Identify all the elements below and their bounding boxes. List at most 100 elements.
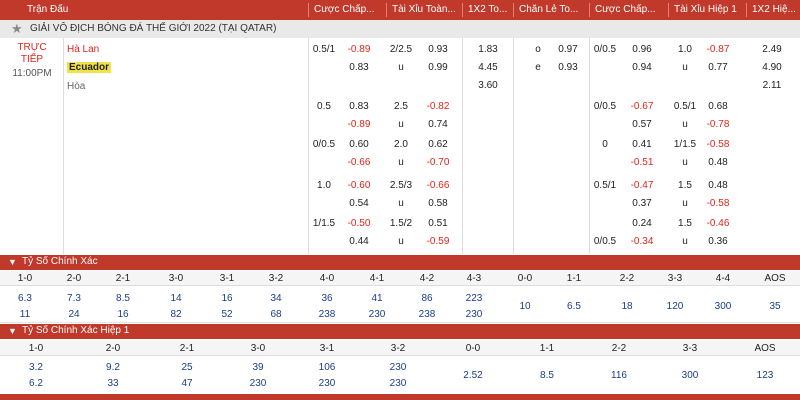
- odds-value[interactable]: -0.60: [339, 180, 379, 191]
- score-odds[interactable]: 33: [88, 378, 138, 389]
- odds-value[interactable]: -0.66: [339, 157, 379, 168]
- score-odds[interactable]: 86: [407, 293, 447, 304]
- odds-value[interactable]: 0.74: [418, 119, 458, 130]
- score-odds[interactable]: 116: [594, 370, 644, 381]
- next-section-bar[interactable]: [0, 394, 800, 400]
- odds-value[interactable]: -0.66: [418, 180, 458, 191]
- score-odds[interactable]: 8.5: [103, 293, 143, 304]
- score-odds[interactable]: 18: [607, 301, 647, 312]
- odds-value[interactable]: 0.60: [339, 139, 379, 150]
- score-odds[interactable]: 223: [454, 293, 494, 304]
- odds-value[interactable]: -0.34: [622, 236, 662, 247]
- odds-value[interactable]: 0.48: [698, 180, 738, 191]
- odds-value[interactable]: -0.51: [622, 157, 662, 168]
- odds-value[interactable]: 0.44: [339, 236, 379, 247]
- odds-value[interactable]: 2.11: [752, 80, 792, 91]
- odds-value[interactable]: 2.49: [752, 44, 792, 55]
- score-odds[interactable]: 8.5: [522, 370, 572, 381]
- odds-value[interactable]: -0.89: [339, 44, 379, 55]
- score-odds[interactable]: 25: [162, 362, 212, 373]
- score-odds[interactable]: 230: [302, 378, 352, 389]
- score-odds[interactable]: 300: [665, 370, 715, 381]
- home-team[interactable]: Hà Lan: [67, 44, 99, 55]
- odds-value[interactable]: 4.45: [468, 62, 508, 73]
- score-odds[interactable]: 6.2: [11, 378, 61, 389]
- odds-value[interactable]: -0.67: [622, 101, 662, 112]
- score-odds[interactable]: 24: [54, 309, 94, 320]
- score-odds[interactable]: 106: [302, 362, 352, 373]
- score-odds[interactable]: 36: [307, 293, 347, 304]
- score-odds[interactable]: 11: [5, 309, 45, 320]
- odds-value[interactable]: -0.82: [418, 101, 458, 112]
- odds-value[interactable]: -0.59: [418, 236, 458, 247]
- score-odds[interactable]: 68: [256, 309, 296, 320]
- col-1x2[interactable]: 1X2 To...: [468, 4, 513, 15]
- odds-value[interactable]: -0.50: [339, 218, 379, 229]
- score-odds[interactable]: 52: [207, 309, 247, 320]
- odds-value[interactable]: -0.87: [698, 44, 738, 55]
- score-odds[interactable]: 230: [233, 378, 283, 389]
- odds-value[interactable]: -0.46: [698, 218, 738, 229]
- score-odds[interactable]: 14: [156, 293, 196, 304]
- col-h1-handicap[interactable]: Cược Chấp...: [595, 4, 667, 15]
- score-odds[interactable]: 16: [103, 309, 143, 320]
- score-odds[interactable]: 10: [505, 301, 545, 312]
- col-h1-over-under[interactable]: Tài Xỉu Hiệp 1: [674, 4, 744, 15]
- score-odds[interactable]: 9.2: [88, 362, 138, 373]
- odds-value[interactable]: 0.83: [339, 101, 379, 112]
- score-odds[interactable]: 230: [357, 309, 397, 320]
- league-row[interactable]: ★ GIẢI VÔ ĐỊCH BÓNG ĐÁ THẾ GIỚI 2022 (TẠ…: [0, 20, 800, 38]
- odds-value[interactable]: 0.51: [418, 218, 458, 229]
- score-odds[interactable]: 2.52: [448, 370, 498, 381]
- score-odds[interactable]: 35: [755, 301, 795, 312]
- odds-value[interactable]: 0.37: [622, 198, 662, 209]
- score-odds[interactable]: 34: [256, 293, 296, 304]
- score-odds[interactable]: 6.3: [5, 293, 45, 304]
- score-odds[interactable]: 7.3: [54, 293, 94, 304]
- odds-value[interactable]: 0.96: [622, 44, 662, 55]
- odds-value[interactable]: 0.58: [418, 198, 458, 209]
- correct-score-h1-bar[interactable]: ▼ Tỷ Số Chính Xác Hiệp 1: [0, 324, 800, 339]
- col-h1-1x2[interactable]: 1X2 Hiệ...: [752, 4, 800, 15]
- odds-value[interactable]: 0.77: [698, 62, 738, 73]
- odds-value[interactable]: -0.47: [622, 180, 662, 191]
- odds-value[interactable]: -0.58: [698, 198, 738, 209]
- score-odds[interactable]: 238: [407, 309, 447, 320]
- odds-value[interactable]: 3.60: [468, 80, 508, 91]
- odds-value[interactable]: 0.99: [418, 62, 458, 73]
- odds-value[interactable]: 1.83: [468, 44, 508, 55]
- score-odds[interactable]: 120: [655, 301, 695, 312]
- odds-value[interactable]: 0.62: [418, 139, 458, 150]
- odds-value[interactable]: 0.97: [548, 44, 588, 55]
- odds-value[interactable]: -0.70: [418, 157, 458, 168]
- odds-value[interactable]: -0.89: [339, 119, 379, 130]
- collapse-icon[interactable]: ▼: [8, 257, 17, 267]
- collapse-icon[interactable]: ▼: [8, 326, 17, 336]
- score-odds[interactable]: 16: [207, 293, 247, 304]
- odds-value[interactable]: -0.78: [698, 119, 738, 130]
- col-odd-even[interactable]: Chẵn Lẻ To...: [519, 4, 589, 15]
- odds-value[interactable]: 0.41: [622, 139, 662, 150]
- odds-value[interactable]: 0.48: [698, 157, 738, 168]
- col-over-under[interactable]: Tài Xỉu Toàn...: [392, 4, 462, 15]
- away-team[interactable]: Ecuador: [67, 62, 112, 73]
- odds-value[interactable]: 0.24: [622, 218, 662, 229]
- odds-value[interactable]: 0.93: [548, 62, 588, 73]
- score-odds[interactable]: 41: [357, 293, 397, 304]
- odds-value[interactable]: 0.54: [339, 198, 379, 209]
- score-odds[interactable]: 230: [454, 309, 494, 320]
- score-odds[interactable]: 6.5: [554, 301, 594, 312]
- score-odds[interactable]: 3.2: [11, 362, 61, 373]
- odds-value[interactable]: 0.94: [622, 62, 662, 73]
- score-odds[interactable]: 39: [233, 362, 283, 373]
- odds-value[interactable]: 0.36: [698, 236, 738, 247]
- score-odds[interactable]: 82: [156, 309, 196, 320]
- odds-value[interactable]: 0.93: [418, 44, 458, 55]
- odds-value[interactable]: 0.57: [622, 119, 662, 130]
- odds-value[interactable]: 0.68: [698, 101, 738, 112]
- odds-value[interactable]: -0.58: [698, 139, 738, 150]
- odds-value[interactable]: 0.83: [339, 62, 379, 73]
- col-handicap[interactable]: Cược Chấp...: [314, 4, 386, 15]
- score-odds[interactable]: 238: [307, 309, 347, 320]
- score-odds[interactable]: 123: [740, 370, 790, 381]
